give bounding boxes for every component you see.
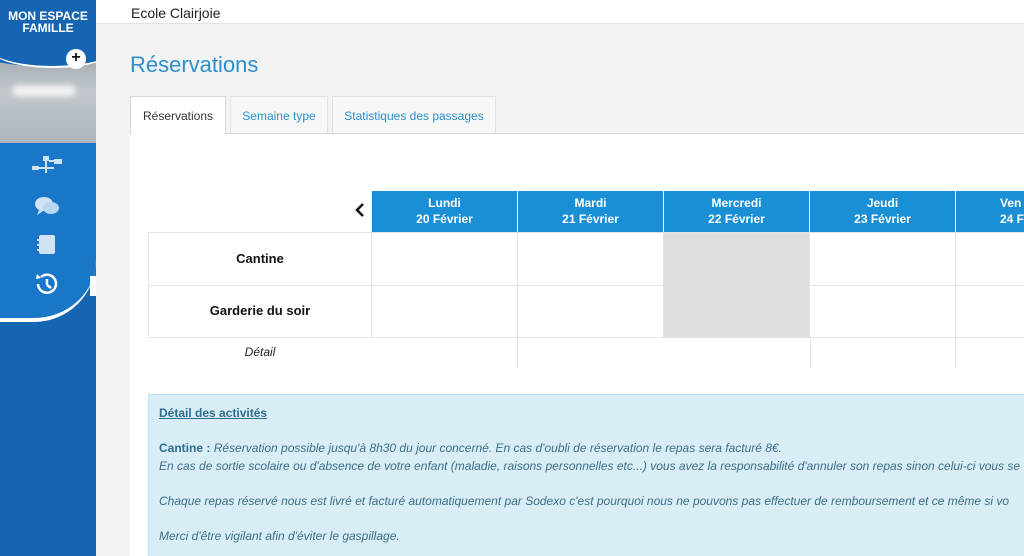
info-line-1: Cantine : Réservation possible jusqu'à 8… xyxy=(159,441,782,455)
info-line-4: Merci d'être vigilant afin d'éviter le g… xyxy=(159,529,400,543)
app-brand[interactable]: MON ESPACE FAMILLE xyxy=(0,10,96,34)
detail-row-label: Détail xyxy=(244,345,276,359)
row-label-garderie: Garderie du soir xyxy=(209,303,311,318)
day-name: Mardi xyxy=(574,196,607,210)
cell-cantine-lundi[interactable] xyxy=(372,233,518,286)
cantine-separator: : xyxy=(203,441,214,455)
page-title: Réservations xyxy=(130,52,259,77)
brand-line-2: FAMILLE xyxy=(22,21,74,35)
detail-cell-lundi[interactable] xyxy=(372,338,518,368)
day-name: Ven xyxy=(1000,196,1022,210)
day-header-jeudi: Jeudi 23 Février xyxy=(810,191,956,232)
cell-cantine-mardi[interactable] xyxy=(518,233,664,286)
cell-cantine-mercredi xyxy=(664,233,810,286)
school-name: Ecole Clairjoie xyxy=(131,5,221,21)
tab-semaine-type[interactable]: Semaine type xyxy=(230,96,328,134)
cantine-text: Réservation possible jusqu'à 8h30 du jou… xyxy=(213,441,782,455)
day-header-lundi: Lundi 20 Février xyxy=(372,191,518,232)
info-line-2: En cas de sortie scolaire ou d'absence d… xyxy=(159,459,1021,473)
active-nav-indicator xyxy=(90,276,96,296)
info-line-3: Chaque repas réservé nous est livré et f… xyxy=(159,494,1010,508)
info-heading: Détail des activités xyxy=(159,406,268,420)
tab-underline xyxy=(130,133,1024,134)
chevron-left-icon xyxy=(355,203,364,217)
row-label-cantine: Cantine xyxy=(236,251,284,266)
cell-garderie-vendredi[interactable] xyxy=(956,286,1024,338)
cell-garderie-mercredi xyxy=(664,286,810,338)
cell-cantine-vendredi[interactable] xyxy=(956,233,1024,286)
grid-line xyxy=(148,285,372,286)
flow-icon[interactable] xyxy=(30,152,64,178)
day-header-vendredi: Ven 24 F xyxy=(956,191,1024,232)
day-header-mardi: Mardi 21 Février xyxy=(518,191,664,232)
cell-garderie-mardi[interactable] xyxy=(518,286,664,338)
detail-cell-mardi[interactable] xyxy=(518,338,664,368)
day-name: Mercredi xyxy=(711,196,762,210)
cell-garderie-lundi[interactable] xyxy=(372,286,518,338)
day-name: Lundi xyxy=(428,196,461,210)
day-header-mercredi: Mercredi 22 Février xyxy=(664,191,810,232)
day-date: 23 Février xyxy=(854,212,911,226)
day-date: 22 Février xyxy=(708,212,765,226)
detail-cell-jeudi[interactable] xyxy=(810,338,956,368)
tab-reservations[interactable]: Réservations xyxy=(130,96,226,135)
history-icon[interactable] xyxy=(30,271,64,297)
activities-info-box: Détail des activités Cantine : Réservati… xyxy=(148,394,1024,556)
user-name-blurred xyxy=(12,85,76,97)
tab-statistiques[interactable]: Statistiques des passages xyxy=(332,96,496,134)
sidebar: MON ESPACE FAMILLE + xyxy=(0,0,96,556)
notebook-icon[interactable] xyxy=(30,231,64,257)
previous-week-button[interactable] xyxy=(352,202,368,220)
day-date: 20 Février xyxy=(416,212,473,226)
add-profile-button[interactable]: + xyxy=(66,49,86,69)
chat-icon[interactable] xyxy=(30,193,64,219)
cell-cantine-jeudi[interactable] xyxy=(810,233,956,286)
day-name: Jeudi xyxy=(866,196,899,210)
grid-line xyxy=(148,337,372,338)
day-date: 24 F xyxy=(1000,212,1024,226)
cell-garderie-jeudi[interactable] xyxy=(810,286,956,338)
top-bar: Ecole Clairjoie xyxy=(96,0,1024,24)
cantine-title: Cantine xyxy=(159,441,204,455)
day-date: 21 Février xyxy=(562,212,619,226)
